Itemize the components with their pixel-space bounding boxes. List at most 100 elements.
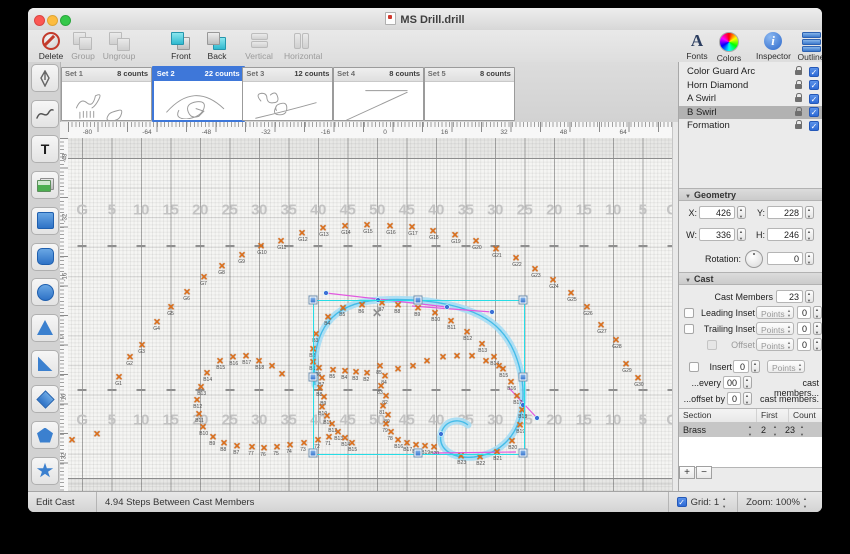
cast-member-marker[interactable]: ✕G13 [319,224,327,232]
cast-member-marker[interactable]: ✕G24 [549,276,557,284]
cast-member-marker[interactable]: ✕G4 [153,318,161,326]
set-card-3[interactable]: Set 312 counts [242,67,333,121]
h-field-stepper[interactable] [805,228,814,241]
layer-visibility-checkbox[interactable]: ✓ [809,107,819,117]
tool-circle[interactable] [31,278,59,306]
cast-members-field[interactable]: 23 [776,290,803,303]
tool-cast-images[interactable] [31,171,59,199]
cast-member-marker[interactable]: ✕B12 [193,396,201,404]
tool-text[interactable]: T [31,135,59,163]
drill-field-canvas[interactable]: GG55101015152020252530303535404045455050… [68,138,672,492]
trailing-inset-unit-dropdown[interactable]: Points [756,322,794,335]
offset-unit-dropdown[interactable]: Points [756,338,794,351]
offset-value-stepper[interactable] [813,338,822,351]
layer-row-a-swirl[interactable]: A Swirl✓ [679,92,822,106]
cast-member-marker[interactable]: ✕G6 [183,288,191,296]
tool-pentagon[interactable] [31,421,59,449]
cast-member-marker[interactable]: ✕74 [286,441,294,449]
tool-square[interactable] [31,207,59,235]
insert-checkbox[interactable] [689,362,699,372]
offset-value[interactable]: 0 [797,338,811,351]
set-card-2[interactable]: Set 222 counts [152,66,245,122]
cast-member-marker[interactable]: ✕G29 [622,360,630,368]
cast-member-marker[interactable]: ✕G21 [492,245,500,253]
cast-member-marker[interactable]: ✕G8 [218,262,226,270]
w-field[interactable]: 336 [699,228,735,241]
lock-icon[interactable] [795,124,802,129]
cast-members-field-stepper[interactable] [805,290,814,303]
count-stepper[interactable] [800,425,808,436]
rotation-knob[interactable] [745,250,763,268]
cast-section-header[interactable]: ▼Cast [679,272,822,285]
rotation-field[interactable]: 0 [767,252,803,265]
add-section-button[interactable]: + [679,466,695,479]
cast-member-marker[interactable]: ✕G10 [257,242,265,250]
insert-value-stepper[interactable] [751,360,760,373]
insert-value[interactable]: 0 [733,360,749,373]
leading-inset-checkbox[interactable] [684,308,694,318]
trailing-inset-value[interactable]: 0 [797,322,811,335]
cast-member-marker[interactable]: ✕G18 [429,227,437,235]
cast-member-marker[interactable]: ✕75 [273,443,281,451]
offset-checkbox[interactable] [707,340,717,350]
x-field-stepper[interactable] [737,206,746,219]
cast-member-marker[interactable]: ✕B7 [233,442,241,450]
cast-member-marker[interactable]: ✕G15 [363,221,371,229]
outline-toolbar-button[interactable]: Outline [794,31,822,62]
selection-handle[interactable] [309,372,318,381]
tool-triangle[interactable] [31,314,59,342]
insert-unit-dropdown[interactable]: Points [767,360,805,373]
layer-visibility-checkbox[interactable]: ✓ [809,80,819,90]
cast-member-marker[interactable]: ✕B8 [220,439,228,447]
layer-row-formation[interactable]: Formation✓ [679,119,822,133]
first-stepper[interactable] [773,425,781,436]
cast-member-marker[interactable]: ✕G7 [200,273,208,281]
cast-member-marker[interactable]: ✕G12 [298,229,306,237]
set-card-5[interactable]: Set 58 counts [424,67,515,121]
grid-stepper[interactable] [722,497,729,508]
leading-inset-value[interactable]: 0 [797,306,811,319]
cast-member-marker[interactable]: ✕G30 [634,374,642,382]
tool-star[interactable] [31,457,59,485]
cast-member-marker[interactable]: ✕G27 [597,321,605,329]
zoom-stepper[interactable] [803,497,810,508]
fonts-toolbar-button[interactable]: AFonts [680,31,714,61]
cast-member-marker[interactable]: ✕G19 [451,231,459,239]
cast-member-marker[interactable]: ✕ [278,370,286,378]
selection-handle[interactable] [519,449,528,458]
cast-member-marker[interactable]: ✕B11 [195,410,203,418]
leading-inset-value-stepper[interactable] [813,306,822,319]
layer-visibility-checkbox[interactable]: ✓ [809,94,819,104]
lock-icon[interactable] [795,70,802,75]
cast-member-marker[interactable]: ✕B14 [203,369,211,377]
lock-icon[interactable] [795,97,802,102]
geometry-section-header[interactable]: ▼Geometry [679,188,822,201]
back-toolbar-button[interactable]: Back [200,31,234,61]
trailing-inset-value-stepper[interactable] [813,322,822,335]
cast-member-marker[interactable]: ✕G26 [583,303,591,311]
h-field[interactable]: 246 [767,228,803,241]
cast-member-marker[interactable]: ✕G17 [408,223,416,231]
grid-control[interactable]: ✓ Grid: 1 [669,492,738,512]
colors-toolbar-button[interactable]: Colors [712,31,746,63]
layer-row-color-guard-arc[interactable]: Color Guard Arc✓ [679,65,822,79]
cast-member-marker[interactable]: ✕ [93,430,101,438]
tool-right-triangle[interactable] [31,350,59,378]
section-stepper[interactable] [748,425,756,436]
delete-toolbar-button[interactable]: Delete [34,31,68,61]
cast-member-marker[interactable]: ✕G22 [512,254,520,262]
layer-visibility-checkbox[interactable]: ✓ [809,67,819,77]
leading-inset-unit-dropdown[interactable]: Points [756,306,794,319]
tool-pen[interactable] [31,64,59,92]
cast-member-marker[interactable]: ✕B13 [197,383,205,391]
tool-curve[interactable] [31,100,59,128]
selection-handle[interactable] [309,449,318,458]
cast-member-marker[interactable]: ✕B18 [255,357,263,365]
cast-member-marker[interactable]: ✕G20 [472,237,480,245]
front-toolbar-button[interactable]: Front [164,31,198,61]
w-field-stepper[interactable] [737,228,746,241]
cast-member-marker[interactable]: ✕G3 [138,341,146,349]
cast-member-marker[interactable]: ✕ [68,436,76,444]
cast-member-marker[interactable]: ✕73 [300,439,308,447]
cast-member-marker[interactable]: ✕G16 [386,222,394,230]
